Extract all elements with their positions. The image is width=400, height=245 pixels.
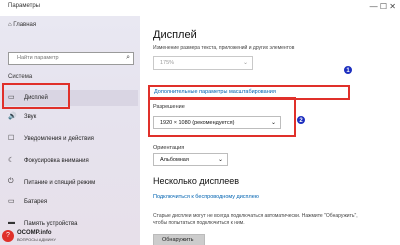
orientation-label: Ориентация <box>153 145 185 151</box>
page-title: Дисплей <box>153 29 197 41</box>
sidebar-item-notifications[interactable]: ☐ Уведомления и действия <box>2 131 138 147</box>
power-icon: ⏻ <box>8 178 14 185</box>
sidebar-item-label: Фокусировка внимания <box>24 158 89 164</box>
sidebar-item-label: Батарея <box>24 199 48 205</box>
orientation-value: Альбомная <box>160 157 189 163</box>
sidebar-item-label: Уведомления и действия <box>24 136 94 142</box>
wireless-display-link[interactable]: Подключиться к беспроводному дисплею <box>153 194 259 200</box>
watermark-title: OCOMP.info <box>17 230 52 236</box>
highlight-box-display <box>2 83 70 109</box>
scale-caption: Изменение размера текста, приложений и д… <box>153 45 295 51</box>
window-titlebar: Параметры — ☐ ✕ <box>0 0 400 16</box>
search-placeholder: Найти параметр <box>17 55 59 61</box>
sidebar-item-label: Питание и спящий режим <box>24 180 96 186</box>
window-controls[interactable]: — ☐ ✕ <box>370 2 396 11</box>
notifications-icon: ☐ <box>8 135 15 142</box>
section-title: Система <box>8 74 33 80</box>
detect-description: Старые дисплеи могут не всегда подключат… <box>153 213 358 226</box>
scale-value: 175% <box>160 60 175 66</box>
multiple-displays-heading: Несколько дисплеев <box>153 176 240 186</box>
sound-icon: 🔊 <box>8 113 17 120</box>
sidebar-item-focus-assist[interactable]: ☾ Фокусировка внимания <box>2 153 138 169</box>
watermark-subtitle: ВОПРОСЫ АДМИНУ <box>17 237 56 242</box>
sidebar-item-label: Память устройства <box>24 221 78 227</box>
battery-icon: ▭ <box>8 198 15 205</box>
watermark: ? OCOMP.info ВОПРОСЫ АДМИНУ <box>0 228 80 245</box>
chevron-down-icon: ⌄ <box>242 60 248 66</box>
sidebar: ⌂ Главная Найти параметр ⌕ Система ▭ Дис… <box>0 16 140 245</box>
detect-button[interactable]: Обнаружить <box>153 234 205 245</box>
chevron-down-icon: ⌄ <box>217 157 223 163</box>
search-input[interactable]: Найти параметр ⌕ <box>8 52 134 65</box>
sidebar-item-battery[interactable]: ▭ Батарея <box>2 194 138 210</box>
sidebar-item-sound[interactable]: 🔊 Звук <box>2 109 138 125</box>
home-link[interactable]: ⌂ Главная <box>8 22 36 28</box>
callout-badge-1: 1 <box>343 65 353 75</box>
orientation-dropdown[interactable]: Альбомная ⌄ <box>153 153 228 166</box>
scale-dropdown[interactable]: 175% ⌄ <box>153 56 253 70</box>
storage-icon: ▬ <box>8 219 15 226</box>
watermark-logo-icon: ? <box>2 230 14 242</box>
main-panel: Дисплей Изменение размера текста, прилож… <box>140 16 400 245</box>
highlight-box-resolution <box>148 97 296 137</box>
search-icon[interactable]: ⌕ <box>126 54 130 62</box>
sidebar-item-power[interactable]: ⏻ Питание и спящий режим <box>2 175 138 191</box>
detect-button-label: Обнаружить <box>162 237 194 243</box>
focus-assist-icon: ☾ <box>8 157 15 164</box>
window-title: Параметры <box>8 3 40 9</box>
sidebar-item-label: Звук <box>24 114 37 120</box>
callout-badge-2: 2 <box>296 115 306 125</box>
